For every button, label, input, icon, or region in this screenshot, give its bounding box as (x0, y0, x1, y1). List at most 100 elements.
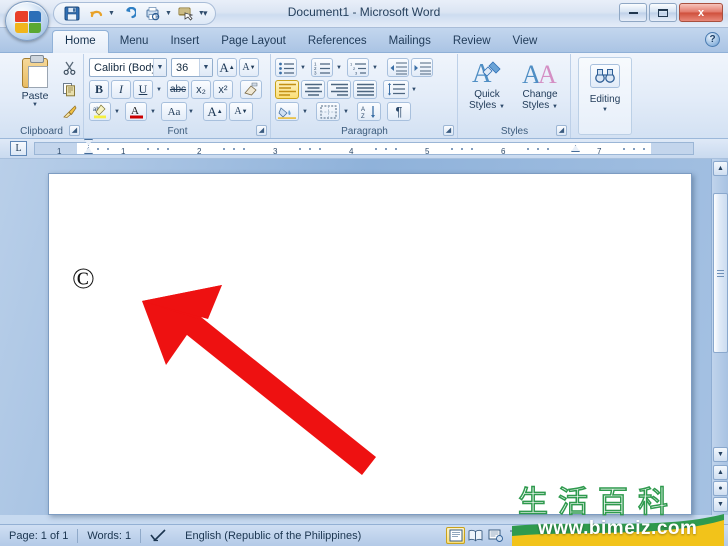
paste-button[interactable]: Paste ▼ (12, 55, 58, 114)
font-dialog-launcher[interactable]: ◢ (256, 125, 267, 136)
font-size-caret-icon[interactable]: ▼ (199, 59, 212, 76)
status-language[interactable]: English (Republic of the Philippines) (176, 525, 370, 546)
underline-caret-icon[interactable]: ▼ (154, 80, 164, 99)
view-draft-button[interactable] (526, 527, 545, 544)
scroll-thumb[interactable] (713, 193, 728, 353)
office-button[interactable] (5, 1, 49, 41)
tab-home[interactable]: Home (52, 30, 109, 54)
bold-button[interactable]: B (89, 80, 109, 99)
borders-caret-icon[interactable]: ▼ (341, 102, 351, 121)
font-name-combo[interactable]: Calibri (Body) ▼ (89, 58, 167, 77)
shading-button[interactable] (275, 102, 299, 121)
shrink-font-button[interactable]: A ▼ (239, 58, 259, 77)
view-print-layout-button[interactable] (446, 527, 465, 544)
status-proofing[interactable] (141, 525, 176, 546)
line-spacing-icon (387, 83, 405, 96)
help-icon[interactable]: ? (705, 32, 720, 47)
next-page-button[interactable]: ▼ (713, 497, 728, 512)
tab-stop-selector[interactable]: L (10, 141, 27, 156)
font-color-caret-icon[interactable]: ▼ (148, 102, 158, 121)
styles-dialog-launcher[interactable]: ◢ (556, 125, 567, 136)
tab-view[interactable]: View (502, 31, 549, 53)
justify-button[interactable] (353, 80, 377, 99)
tab-review[interactable]: Review (442, 31, 502, 53)
line-spacing-caret-icon[interactable]: ▼ (409, 80, 419, 99)
clear-formatting-button[interactable] (240, 80, 262, 99)
bullets-button[interactable] (275, 58, 297, 77)
font-color-button[interactable]: A (125, 102, 147, 121)
multilevel-list-button[interactable]: 1 2 3 (347, 58, 369, 77)
editing-button[interactable]: Editing ▼ (578, 57, 632, 135)
strikethrough-button[interactable]: abc (167, 80, 189, 99)
cut-button[interactable] (60, 58, 78, 76)
bullets-caret-icon[interactable]: ▼ (298, 58, 308, 77)
show-formatting-marks-button[interactable]: ¶ (387, 102, 411, 121)
italic-button[interactable]: I (111, 80, 131, 99)
tab-insert[interactable]: Insert (159, 31, 210, 53)
quick-styles-button[interactable]: A Quick Styles ▼ (461, 57, 513, 133)
scroll-up-button[interactable]: ▲ (713, 161, 728, 176)
close-button[interactable]: x (679, 3, 723, 22)
view-web-layout-button[interactable] (486, 527, 505, 544)
sort-button[interactable]: A Z (357, 102, 381, 121)
numbering-button[interactable]: 1 2 3 (311, 58, 333, 77)
clipboard-dialog-launcher[interactable]: ◢ (69, 125, 80, 136)
minimize-button[interactable] (619, 3, 647, 22)
tab-page-layout[interactable]: Page Layout (210, 31, 297, 53)
increase-indent-button[interactable] (411, 58, 433, 77)
highlight-caret-icon[interactable]: ▼ (112, 102, 122, 121)
bullets-icon (278, 62, 294, 74)
font-name-caret-icon[interactable]: ▼ (153, 59, 166, 76)
document-area[interactable]: © (0, 159, 728, 515)
status-words[interactable]: Words: 1 (78, 525, 140, 546)
underline-button[interactable]: U (133, 80, 153, 99)
highlight-color-button[interactable]: ab (89, 102, 111, 121)
subscript-button[interactable]: x₂ (191, 80, 211, 99)
paste-dropdown-caret[interactable]: ▼ (32, 102, 38, 108)
view-outline-button[interactable] (506, 527, 525, 544)
copy-button[interactable] (60, 80, 78, 98)
status-page[interactable]: Page: 1 of 1 (0, 525, 77, 546)
scroll-grip-icon (717, 269, 724, 277)
quick-styles-line1: Quick (474, 89, 500, 100)
align-right-button[interactable] (327, 80, 351, 99)
font-size-combo[interactable]: 36 ▼ (171, 58, 213, 77)
binoculars-icon (595, 69, 615, 83)
horizontal-ruler-track[interactable]: 1 1 2 3 4 5 6 7 (34, 142, 694, 156)
decrease-indent-button[interactable] (387, 58, 409, 77)
select-browse-object-button[interactable]: ● (713, 481, 728, 496)
numbering-caret-icon[interactable]: ▼ (334, 58, 344, 77)
tab-references[interactable]: References (297, 31, 378, 53)
editing-dropdown-caret[interactable]: ▼ (602, 105, 608, 116)
line-spacing-button[interactable] (383, 80, 409, 99)
ruler-tick-3: 3 (273, 147, 278, 156)
previous-page-button[interactable]: ▲ (713, 465, 728, 480)
align-center-button[interactable] (301, 80, 325, 99)
multilevel-caret-icon[interactable]: ▼ (370, 58, 380, 77)
tab-mailings[interactable]: Mailings (378, 31, 442, 53)
grow-font-button[interactable]: A ▲ (217, 58, 237, 77)
format-painter-button[interactable] (60, 102, 78, 120)
scroll-down-button[interactable]: ▼ (713, 447, 728, 462)
maximize-button[interactable] (649, 3, 677, 22)
shading-caret-icon[interactable]: ▼ (300, 102, 310, 121)
print-layout-icon (449, 529, 462, 542)
shrink-font-button-2[interactable]: A ▼ (229, 102, 253, 121)
change-styles-button[interactable]: A A Change Styles ▼ (514, 57, 566, 133)
view-full-screen-reading-button[interactable] (466, 527, 485, 544)
paste-icon (22, 55, 48, 88)
find-icon-wrap[interactable] (590, 64, 620, 88)
editing-label: Editing (589, 94, 621, 105)
red-arrow-annotation (142, 285, 376, 475)
grow-font-button-2[interactable]: A ▲ (203, 102, 227, 121)
change-case-caret-icon[interactable]: ▼ (186, 102, 196, 121)
superscript-button[interactable]: x² (213, 80, 233, 99)
align-left-button[interactable] (275, 80, 299, 99)
eraser-icon (244, 82, 258, 96)
change-case-button[interactable]: Aa (161, 102, 187, 121)
vertical-scrollbar[interactable]: ▲ ▼ ▲ ● ▼ (711, 159, 728, 515)
borders-button[interactable] (316, 102, 340, 121)
tab-menu[interactable]: Menu (109, 31, 160, 53)
paragraph-dialog-launcher[interactable]: ◢ (443, 125, 454, 136)
window-controls: x (619, 3, 723, 22)
